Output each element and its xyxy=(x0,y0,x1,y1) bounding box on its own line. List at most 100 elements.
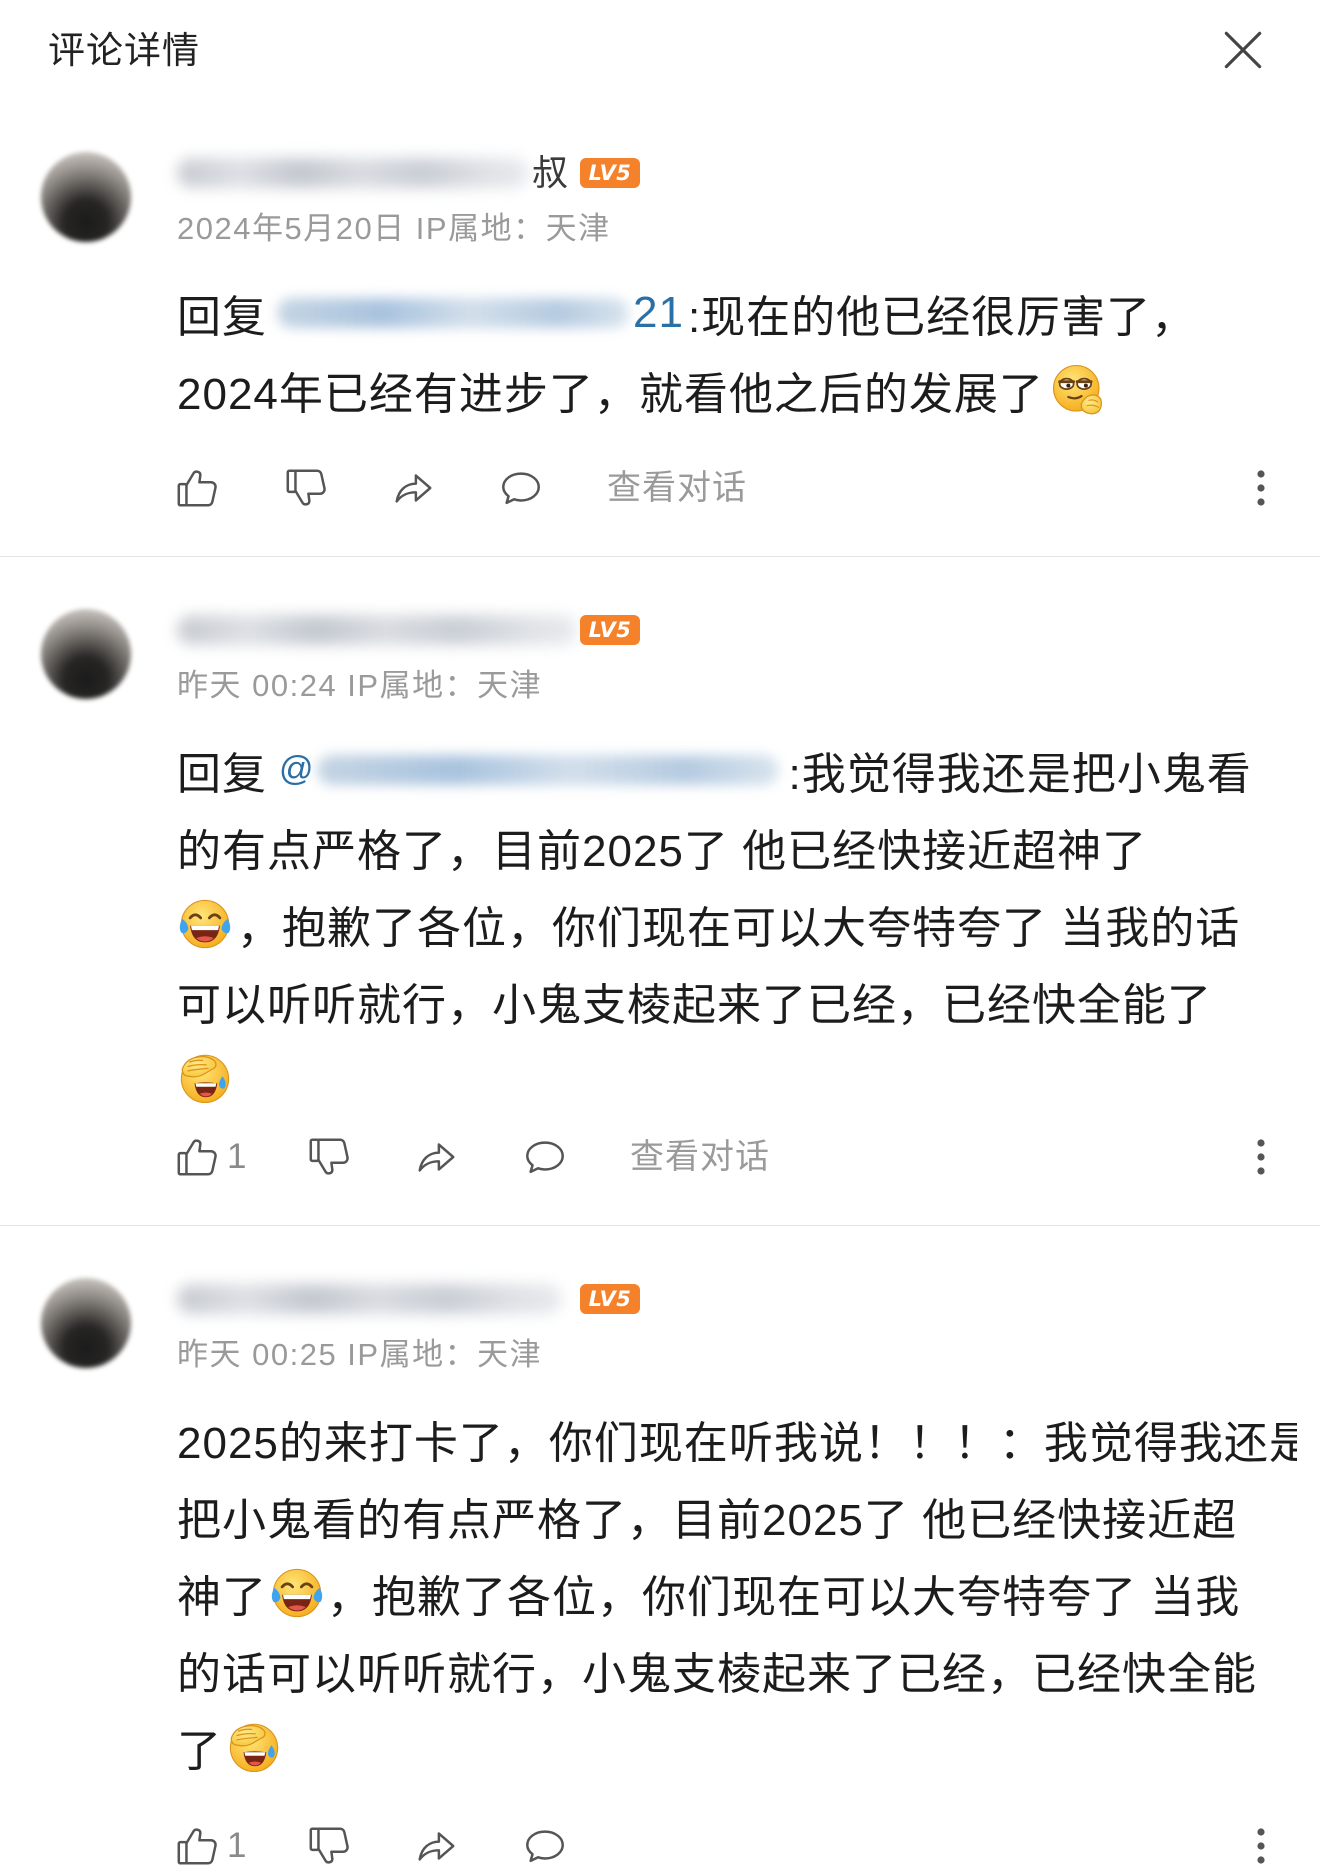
username-visible-text: 叔 xyxy=(532,152,569,193)
text-line: 可以听听就行，小鬼支棱起来了已经，已经快全能了 xyxy=(177,962,1297,1039)
tears-of-joy-emoji xyxy=(177,896,233,952)
comment-meta: 昨天 00:25 IP属地：天津 xyxy=(177,1337,543,1372)
thumbs-down-icon xyxy=(283,465,329,511)
text-segment: 的话可以听听就行，小鬼支棱起来了已经，已经快全能 xyxy=(177,1649,1257,1699)
reply-label: 回复 xyxy=(177,292,267,342)
comment-text: 2025的来打卡了，你们现在听我说！！！：我觉得我还是 把小鬼看的有点严格了，目… xyxy=(177,1400,1297,1785)
level-badge: LV5 xyxy=(580,1284,640,1314)
text-line: 2025的来打卡了，你们现在听我说！！！：我觉得我还是 xyxy=(177,1400,1297,1477)
more-icon xyxy=(1246,1822,1276,1870)
mention-blurred[interactable] xyxy=(316,754,779,785)
text-line: ，抱歉了各位，你们现在可以大夸特夸了 当我的话 xyxy=(177,885,1297,962)
text-line: 了 xyxy=(177,1708,1297,1785)
username[interactable] xyxy=(177,1279,597,1319)
text-segment: 2025的来打卡了，你们现在听我说！！！：我觉得我还是 xyxy=(177,1418,1297,1468)
more-button[interactable] xyxy=(1246,1133,1276,1181)
header-bar: 评论详情 xyxy=(0,0,1320,110)
thumbs-up-icon xyxy=(174,1134,220,1180)
text-segment: 神了 xyxy=(177,1572,267,1622)
text-line: 把小鬼看的有点严格了，目前2025了 他已经快接近超 xyxy=(177,1477,1297,1554)
divider xyxy=(0,556,1320,557)
comment-text: 回复 21 :现在的他已经很厉害了， 2024年已经有进步了，就看他之后的发展了 xyxy=(177,274,1297,428)
text-segment: 2024年已经有进步了，就看他之后的发展了 xyxy=(177,369,1044,419)
username[interactable] xyxy=(177,610,597,650)
level-badge: LV5 xyxy=(580,615,640,645)
text-segment: 可以听听就行，小鬼支棱起来了已经，已经快全能了 xyxy=(177,980,1212,1030)
share-button[interactable] xyxy=(413,1133,459,1181)
like-button[interactable] xyxy=(174,1822,220,1870)
thumbs-up-icon xyxy=(174,1823,220,1869)
close-button[interactable] xyxy=(1218,25,1268,75)
comment-text: 回复 @ :我觉得我还是把小鬼看 的有点严格了，目前2025了 他已经快接近超神… xyxy=(177,731,1297,1116)
thumbs-up-icon xyxy=(174,465,220,511)
mention-blurred[interactable] xyxy=(277,297,629,328)
close-icon xyxy=(1218,25,1268,75)
comment-meta: 2024年5月20日 IP属地：天津 xyxy=(177,211,611,246)
comment-meta: 昨天 00:24 IP属地：天津 xyxy=(177,668,543,703)
thumbs-down-icon xyxy=(306,1134,352,1180)
text-segment: :我觉得我还是把小鬼看 xyxy=(788,749,1252,799)
facepalm-laugh-emoji xyxy=(177,1050,233,1106)
page-title: 评论详情 xyxy=(48,30,200,71)
comment-item: LV5 昨天 00:24 IP属地：天津 回复 @ :我觉得我还是把小鬼看 的有… xyxy=(0,588,1320,1226)
facepalm-laugh-emoji xyxy=(226,1719,282,1775)
username-blurred xyxy=(177,158,529,188)
text-segment: ，抱歉了各位，你们现在可以大夸特夸了 当我的话 xyxy=(237,903,1241,953)
share-button[interactable] xyxy=(390,464,436,512)
share-icon xyxy=(413,1134,459,1180)
text-segment: 了 xyxy=(177,1726,222,1776)
level-badge: LV5 xyxy=(580,158,640,188)
mention-link[interactable]: 21 xyxy=(633,288,684,338)
username-blurred xyxy=(177,1284,562,1314)
text-segment: :现在的他已经很厉害了， xyxy=(687,292,1197,342)
thinking-emoji xyxy=(1050,362,1106,418)
like-count: 1 xyxy=(227,1826,247,1865)
comment-icon xyxy=(522,1134,568,1180)
dislike-button[interactable] xyxy=(306,1822,352,1870)
avatar[interactable] xyxy=(41,1278,131,1368)
text-segment: 的有点严格了，目前2025了 他已经快接近超神了 xyxy=(177,826,1148,876)
comment-icon xyxy=(498,465,544,511)
comment-item: 叔 LV5 2024年5月20日 IP属地：天津 回复 21 :现在的他已经很厉… xyxy=(0,131,1320,557)
view-conversation-link[interactable]: 查看对话 xyxy=(607,464,747,512)
text-segment: ，抱歉了各位，你们现在可以大夸特夸了 当我 xyxy=(327,1572,1241,1622)
reply-button[interactable] xyxy=(498,464,544,512)
like-button[interactable] xyxy=(174,1133,220,1181)
avatar[interactable] xyxy=(41,609,131,699)
text-line: 回复 21 :现在的他已经很厉害了， xyxy=(177,274,1297,351)
comment-icon xyxy=(522,1823,568,1869)
more-button[interactable] xyxy=(1246,464,1276,512)
comment-actions: 1 xyxy=(0,1822,1320,1870)
more-icon xyxy=(1246,1133,1276,1181)
share-icon xyxy=(390,465,436,511)
like-count: 1 xyxy=(227,1137,247,1176)
more-button[interactable] xyxy=(1246,1822,1276,1870)
username[interactable]: 叔 xyxy=(177,153,597,193)
mention-link[interactable]: @ xyxy=(279,750,315,789)
dislike-button[interactable] xyxy=(306,1133,352,1181)
share-icon xyxy=(413,1823,459,1869)
comment-actions: 查看对话 xyxy=(0,464,1320,512)
reply-button[interactable] xyxy=(522,1133,568,1181)
divider xyxy=(0,1225,1320,1226)
text-segment: 把小鬼看的有点严格了，目前2025了 他已经快接近超 xyxy=(177,1495,1238,1545)
text-line xyxy=(177,1039,1297,1116)
like-button[interactable] xyxy=(174,464,220,512)
view-conversation-link[interactable]: 查看对话 xyxy=(630,1133,770,1181)
share-button[interactable] xyxy=(413,1822,459,1870)
username-blurred xyxy=(177,615,577,645)
text-line: 的有点严格了，目前2025了 他已经快接近超神了 xyxy=(177,808,1297,885)
avatar[interactable] xyxy=(41,152,131,242)
comment-item: LV5 昨天 00:25 IP属地：天津 2025的来打卡了，你们现在听我说！！… xyxy=(0,1257,1320,1873)
text-line: 回复 @ :我觉得我还是把小鬼看 xyxy=(177,731,1297,808)
dislike-button[interactable] xyxy=(283,464,329,512)
text-line: 神了 ，抱歉了各位，你们现在可以大夸特夸了 当我 xyxy=(177,1554,1297,1631)
text-line: 的话可以听听就行，小鬼支棱起来了已经，已经快全能 xyxy=(177,1631,1297,1708)
text-line: 2024年已经有进步了，就看他之后的发展了 xyxy=(177,351,1297,428)
comment-actions: 1 查看对话 xyxy=(0,1133,1320,1181)
tears-of-joy-emoji xyxy=(269,1565,325,1621)
reply-label: 回复 xyxy=(177,749,267,799)
reply-button[interactable] xyxy=(522,1822,568,1870)
more-icon xyxy=(1246,464,1276,512)
thumbs-down-icon xyxy=(306,1823,352,1869)
